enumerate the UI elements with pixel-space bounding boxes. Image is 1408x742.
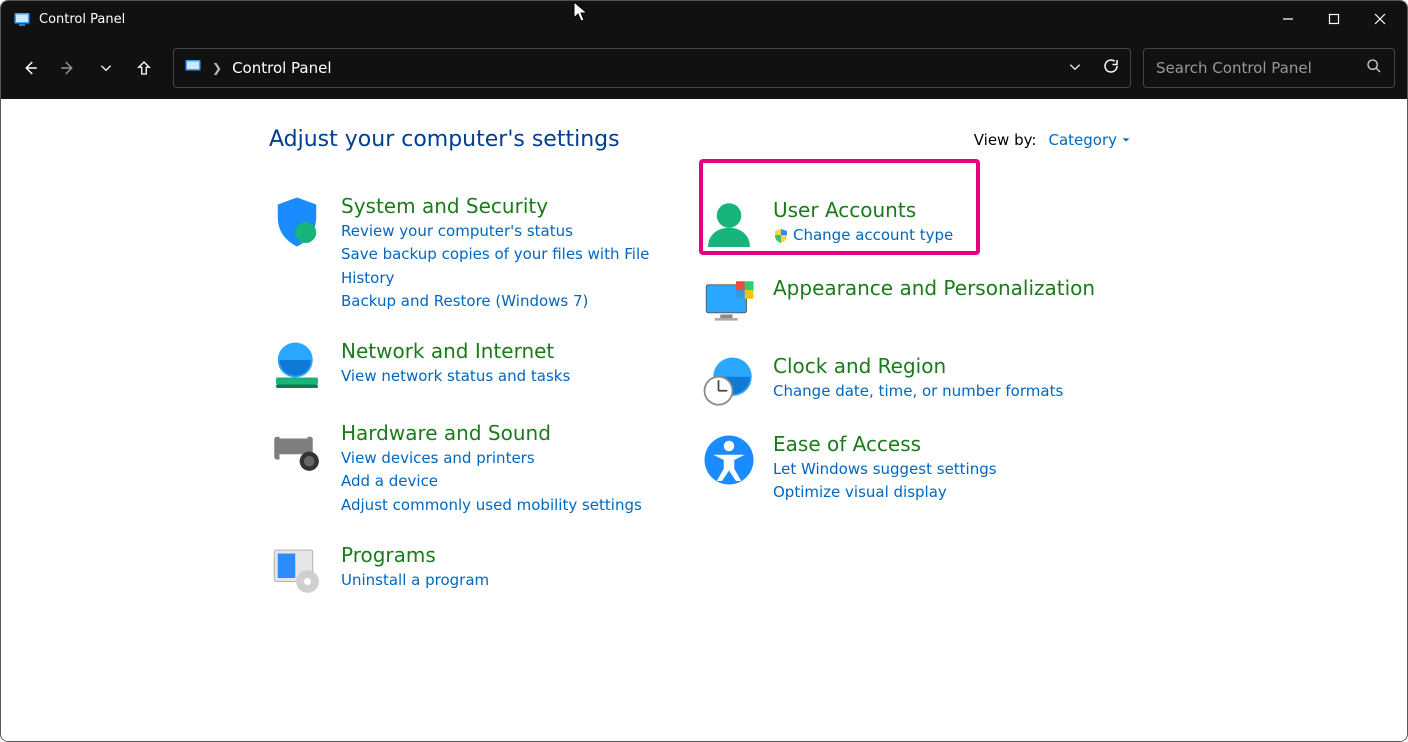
viewby-value: Category xyxy=(1048,131,1117,149)
close-button[interactable] xyxy=(1357,1,1403,37)
category-link[interactable]: Change account type xyxy=(773,224,953,247)
category-clock-and-region: Clock and Region Change date, time, or n… xyxy=(701,354,1131,410)
category-user-accounts: User Accounts Change account type xyxy=(701,194,1131,254)
content-area: Adjust your computer's settings View by:… xyxy=(1,99,1407,741)
search-icon[interactable] xyxy=(1366,58,1382,78)
up-button[interactable] xyxy=(127,51,161,85)
category-link[interactable]: Backup and Restore (Windows 7) xyxy=(341,290,701,313)
category-link[interactable]: View devices and printers xyxy=(341,447,642,470)
clock-globe-icon[interactable] xyxy=(701,354,757,410)
category-link[interactable]: Uninstall a program xyxy=(341,569,489,592)
page-heading: Adjust your computer's settings xyxy=(269,127,620,152)
category-appearance-and-personalization: Appearance and Personalization xyxy=(701,276,1131,332)
uac-shield-icon xyxy=(773,228,789,244)
category-link[interactable]: Save backup copies of your files with Fi… xyxy=(341,243,701,290)
category-hardware-and-sound: Hardware and Sound View devices and prin… xyxy=(269,421,701,517)
user-icon[interactable] xyxy=(701,198,757,254)
viewby-label: View by: xyxy=(974,131,1037,149)
address-dropdown-button[interactable] xyxy=(1068,59,1082,78)
programs-icon[interactable] xyxy=(269,543,325,599)
category-title[interactable]: User Accounts xyxy=(773,198,953,222)
shield-icon[interactable] xyxy=(269,194,325,250)
category-programs: Programs Uninstall a program xyxy=(269,543,701,599)
navigation-bar: ❯ Control Panel xyxy=(1,37,1407,99)
search-box[interactable] xyxy=(1143,48,1395,88)
app-icon xyxy=(13,10,31,28)
category-ease-of-access: Ease of Access Let Windows suggest setti… xyxy=(701,432,1131,505)
category-title[interactable]: Programs xyxy=(341,543,489,567)
chevron-right-icon: ❯ xyxy=(212,61,222,75)
chevron-down-icon xyxy=(1121,135,1131,145)
category-network-and-internet: Network and Internet View network status… xyxy=(269,339,701,395)
title-bar: Control Panel xyxy=(1,1,1407,37)
category-link[interactable]: View network status and tasks xyxy=(341,365,570,388)
category-link[interactable]: Let Windows suggest settings xyxy=(773,458,997,481)
category-title[interactable]: Clock and Region xyxy=(773,354,1063,378)
category-link[interactable]: Change date, time, or number formats xyxy=(773,380,1063,403)
minimize-button[interactable] xyxy=(1265,1,1311,37)
maximize-button[interactable] xyxy=(1311,1,1357,37)
category-title[interactable]: Network and Internet xyxy=(341,339,570,363)
breadcrumb[interactable]: Control Panel xyxy=(232,59,331,77)
category-title[interactable]: Appearance and Personalization xyxy=(773,276,1095,300)
address-app-icon xyxy=(184,57,202,79)
control-panel-window: Control Panel ❯ Control Panel Adjust you… xyxy=(0,0,1408,742)
monitor-icon[interactable] xyxy=(701,276,757,332)
forward-button[interactable] xyxy=(51,51,85,85)
category-link-label: Change account type xyxy=(793,224,953,247)
category-system-and-security: System and Security Review your computer… xyxy=(269,194,701,313)
refresh-button[interactable] xyxy=(1102,57,1120,79)
printer-icon[interactable] xyxy=(269,421,325,477)
category-title[interactable]: Hardware and Sound xyxy=(341,421,642,445)
search-input[interactable] xyxy=(1156,59,1366,77)
window-title: Control Panel xyxy=(39,12,125,27)
category-link[interactable]: Adjust commonly used mobility settings xyxy=(341,494,642,517)
category-link[interactable]: Review your computer's status xyxy=(341,220,701,243)
recent-locations-button[interactable] xyxy=(89,51,123,85)
globe-icon[interactable] xyxy=(269,339,325,395)
address-bar[interactable]: ❯ Control Panel xyxy=(173,48,1131,88)
accessibility-icon[interactable] xyxy=(701,432,757,488)
category-link[interactable]: Add a device xyxy=(341,470,642,493)
category-title[interactable]: System and Security xyxy=(341,194,701,218)
viewby-dropdown[interactable]: Category xyxy=(1048,131,1131,149)
back-button[interactable] xyxy=(13,51,47,85)
category-title[interactable]: Ease of Access xyxy=(773,432,997,456)
category-link[interactable]: Optimize visual display xyxy=(773,481,997,504)
